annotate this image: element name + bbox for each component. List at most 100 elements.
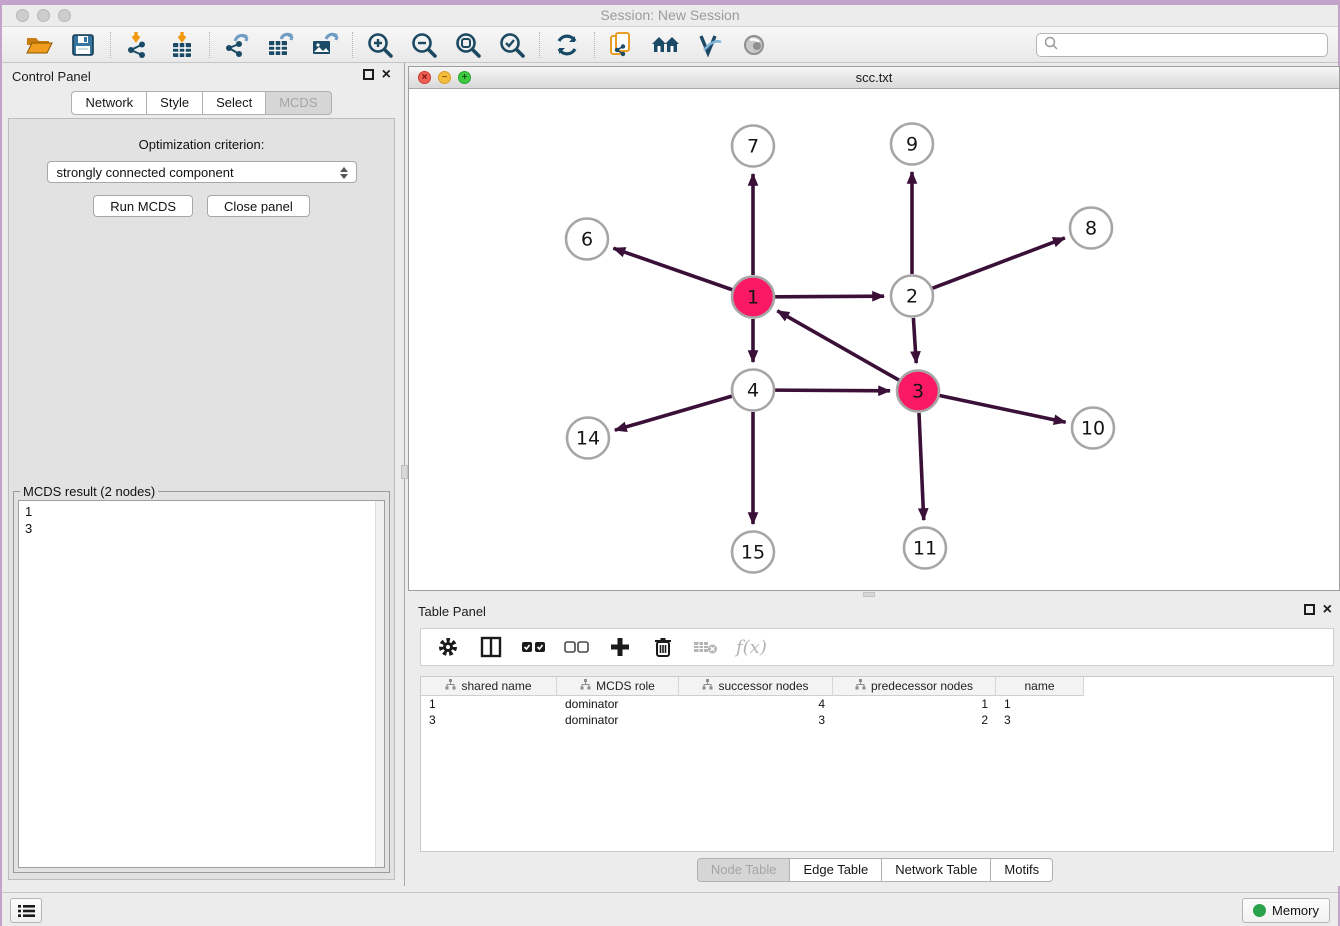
- tab-mcds[interactable]: MCDS: [266, 91, 331, 115]
- tab-network-table[interactable]: Network Table: [882, 858, 991, 882]
- graph-edge-4-14[interactable]: [615, 396, 732, 430]
- graph-node-11[interactable]: 11: [904, 528, 946, 569]
- mcds-result-area[interactable]: 1 3: [18, 500, 385, 868]
- graph-node-9[interactable]: 9: [891, 124, 933, 165]
- result-scrollbar[interactable]: [375, 501, 384, 867]
- graph-node-4[interactable]: 4: [732, 370, 774, 411]
- graph-edge-3-10[interactable]: [940, 396, 1066, 423]
- splitter-handle[interactable]: [401, 465, 408, 479]
- search-input[interactable]: [1059, 36, 1327, 54]
- save-session-icon[interactable]: [67, 30, 99, 60]
- run-mcds-button[interactable]: Run MCDS: [93, 195, 193, 217]
- table-cell[interactable]: 4: [679, 696, 833, 712]
- table-cell[interactable]: 1: [833, 696, 996, 712]
- delete-table-icon[interactable]: [693, 633, 719, 661]
- criterion-select[interactable]: strongly connected component: [47, 161, 357, 183]
- graph-node-7[interactable]: 7: [732, 126, 774, 167]
- table-cell[interactable]: dominator: [557, 696, 679, 712]
- table-row[interactable]: 3dominator323: [421, 712, 1333, 728]
- memory-button[interactable]: Memory: [1242, 898, 1330, 923]
- vizmapper-icon[interactable]: [694, 30, 726, 60]
- table-row[interactable]: 1dominator411: [421, 696, 1333, 712]
- control-panel: Control Panel × Network Style Select MCD…: [2, 63, 401, 886]
- graph-edge-2-8[interactable]: [933, 238, 1065, 288]
- float-panel-icon[interactable]: [1304, 604, 1315, 615]
- tree-icon: [580, 679, 591, 693]
- horizontal-splitter[interactable]: [408, 591, 1340, 598]
- zoom-in-icon[interactable]: [364, 30, 396, 60]
- tab-style[interactable]: Style: [147, 91, 203, 115]
- network-window-titlebar[interactable]: × − + scc.txt: [409, 67, 1339, 89]
- graph-node-10[interactable]: 10: [1072, 408, 1114, 449]
- memory-status-icon: [1253, 904, 1266, 917]
- column-header[interactable]: MCDS role: [557, 677, 679, 696]
- optimization-criterion-label: Optimization criterion:: [9, 137, 394, 152]
- graph-edge-1-2[interactable]: [775, 296, 884, 297]
- control-panel-tabs: Network Style Select MCDS: [2, 91, 401, 115]
- import-table-icon[interactable]: [166, 30, 198, 60]
- close-panel-icon[interactable]: ×: [382, 69, 391, 80]
- table-cell[interactable]: dominator: [557, 712, 679, 728]
- tab-select[interactable]: Select: [203, 91, 266, 115]
- close-panel-button[interactable]: Close panel: [207, 195, 310, 217]
- network-canvas[interactable]: 7 9 6 8 1 2 4 3 14 10 15 11: [409, 89, 1339, 590]
- column-header[interactable]: successor nodes: [679, 677, 833, 696]
- graph-node-14[interactable]: 14: [567, 418, 609, 459]
- clone-network-icon[interactable]: [606, 30, 638, 60]
- export-network-icon[interactable]: [221, 30, 253, 60]
- export-image-icon[interactable]: [309, 30, 341, 60]
- svg-text:15: 15: [741, 542, 765, 564]
- table-toolbar: f(x): [420, 628, 1334, 666]
- graph-edge-3-1[interactable]: [777, 311, 899, 380]
- graph-node-2[interactable]: 2: [891, 276, 933, 317]
- tab-edge-table[interactable]: Edge Table: [790, 858, 882, 882]
- search-box[interactable]: [1036, 33, 1328, 57]
- select-all-icon[interactable]: [521, 633, 547, 661]
- splitter-handle[interactable]: [863, 592, 875, 597]
- export-table-icon[interactable]: [265, 30, 297, 60]
- table-cell[interactable]: 3: [679, 712, 833, 728]
- close-panel-icon[interactable]: ×: [1323, 604, 1332, 615]
- open-session-icon[interactable]: [23, 30, 55, 60]
- delete-row-icon[interactable]: [650, 633, 676, 661]
- table-cell[interactable]: 2: [833, 712, 996, 728]
- tab-motifs[interactable]: Motifs: [991, 858, 1053, 882]
- refresh-view-icon[interactable]: [551, 30, 583, 60]
- graph-edge-3-11[interactable]: [919, 413, 924, 520]
- table-cell[interactable]: 3: [421, 712, 557, 728]
- task-history-button[interactable]: [10, 898, 42, 923]
- zoom-selected-icon[interactable]: [496, 30, 528, 60]
- show-hide-icon[interactable]: [738, 30, 770, 60]
- graph-edge-2-3[interactable]: [913, 318, 916, 363]
- add-row-icon[interactable]: [607, 633, 633, 661]
- table-cell[interactable]: 1: [421, 696, 557, 712]
- graph-node-15[interactable]: 15: [732, 532, 774, 573]
- split-view-icon[interactable]: [478, 633, 504, 661]
- column-header[interactable]: predecessor nodes: [833, 677, 996, 696]
- tree-icon: [855, 679, 866, 693]
- tab-node-table[interactable]: Node Table: [697, 858, 791, 882]
- home-layout-icon[interactable]: [650, 30, 682, 60]
- graph-edge-4-3[interactable]: [775, 390, 890, 391]
- graph-node-1[interactable]: 1: [732, 277, 774, 318]
- import-network-icon[interactable]: [122, 30, 154, 60]
- table-cell[interactable]: 3: [996, 712, 1084, 728]
- settings-icon[interactable]: [435, 633, 461, 661]
- table-panel: Table Panel × f(x) shared nameMCDS rol: [408, 598, 1340, 886]
- float-panel-icon[interactable]: [363, 69, 374, 80]
- svg-text:9: 9: [906, 134, 918, 156]
- vertical-splitter[interactable]: [401, 63, 408, 886]
- tab-network[interactable]: Network: [71, 91, 147, 115]
- graph-node-3[interactable]: 3: [897, 371, 939, 412]
- column-header[interactable]: name: [996, 677, 1084, 696]
- zoom-out-icon[interactable]: [408, 30, 440, 60]
- graph-edge-1-6[interactable]: [613, 248, 732, 290]
- table-cell[interactable]: 1: [996, 696, 1084, 712]
- node-table[interactable]: shared nameMCDS rolesuccessor nodesprede…: [420, 676, 1334, 852]
- function-builder-icon[interactable]: f(x): [736, 637, 767, 658]
- zoom-fit-icon[interactable]: [452, 30, 484, 60]
- graph-node-8[interactable]: 8: [1070, 208, 1112, 249]
- deselect-all-icon[interactable]: [564, 633, 590, 661]
- graph-node-6[interactable]: 6: [566, 219, 608, 260]
- column-header[interactable]: shared name: [421, 677, 557, 696]
